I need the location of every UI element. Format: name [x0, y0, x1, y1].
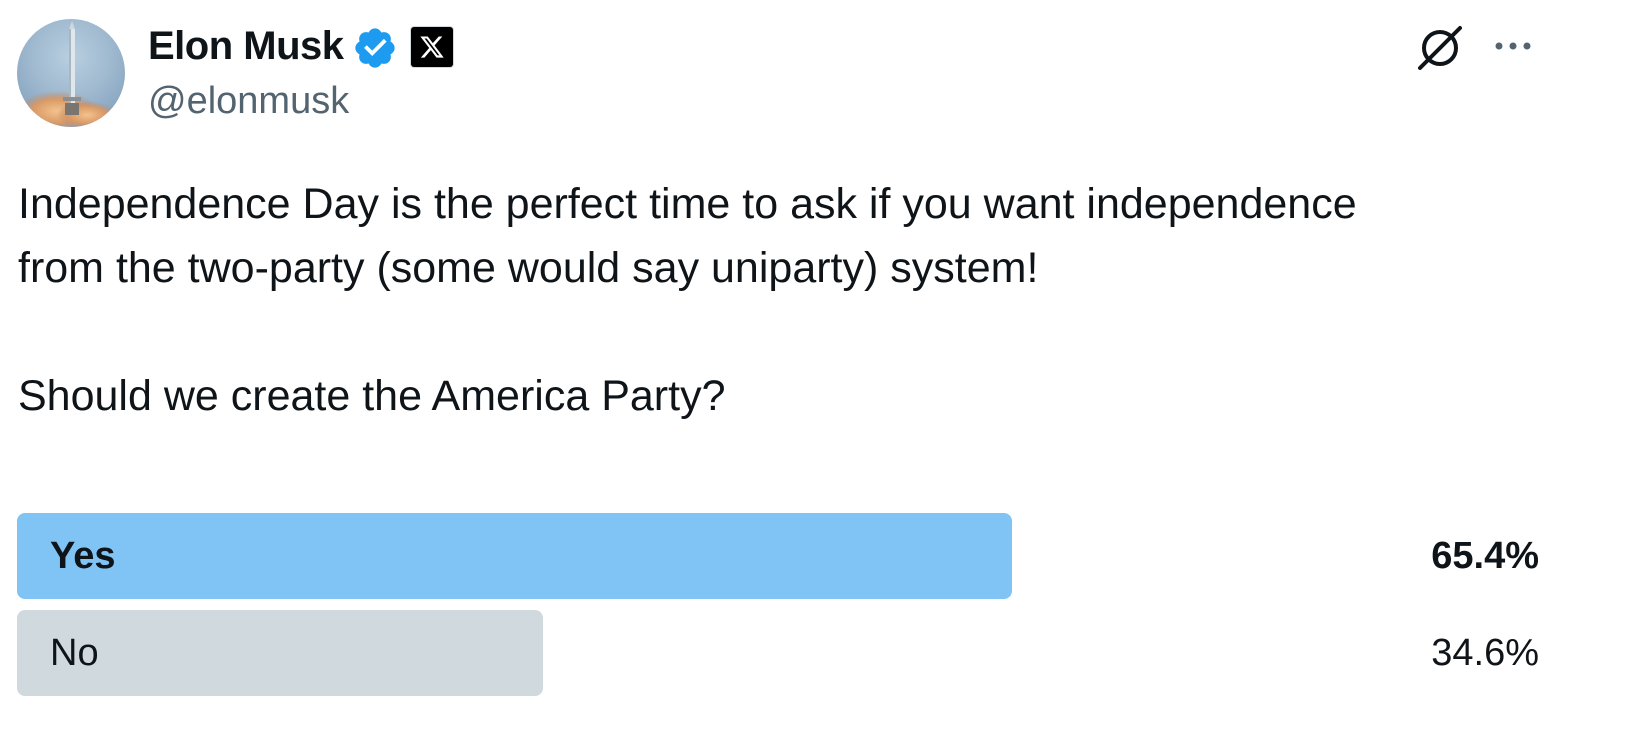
poll-option-no[interactable]: No 34.6% [17, 610, 1539, 696]
tweet-text-blank-line [18, 300, 1578, 364]
poll-option-percent: 65.4% [1431, 535, 1539, 577]
x-logo-icon[interactable] [411, 27, 453, 67]
tweet-text-line: Should we create the America Party? [18, 372, 726, 420]
poll-option-label: Yes [50, 535, 116, 577]
poll-option-yes[interactable]: Yes 65.4% [17, 513, 1539, 599]
poll-bar-yes [17, 513, 1012, 599]
poll-option-label: No [50, 632, 99, 674]
grok-icon[interactable] [1414, 22, 1466, 74]
poll-option-percent: 34.6% [1431, 632, 1539, 674]
rocket-launch-avatar-icon [17, 21, 117, 127]
verified-badge-icon [355, 28, 395, 68]
tweet-text: Independence Day is the perfect time to … [18, 172, 1578, 428]
avatar[interactable] [17, 19, 125, 127]
more-horizontal-icon[interactable] [1489, 30, 1537, 62]
poll: Yes 65.4% No 34.6% [17, 513, 1539, 707]
tweet-card: Elon Musk @elonmusk Independence Day is … [0, 0, 1635, 752]
x-logo-glyph-icon [420, 36, 444, 58]
tweet-text-line: Independence Day is the perfect time to … [18, 180, 1357, 228]
display-name[interactable]: Elon Musk [148, 24, 344, 68]
author-handle[interactable]: @elonmusk [148, 79, 349, 123]
tweet-text-line: from the two-party (some would say unipa… [18, 244, 1039, 292]
